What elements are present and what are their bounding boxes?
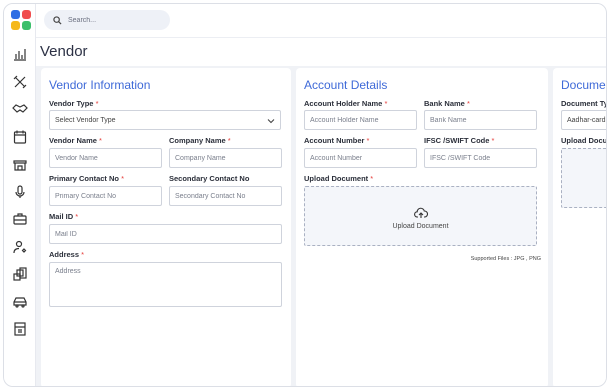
building-icon[interactable]	[12, 321, 28, 337]
vendor-type-label: Vendor Type *	[49, 99, 99, 108]
page-title: Vendor	[40, 43, 88, 60]
supported-files-note: Supported Files : JPG , PNG	[470, 256, 541, 262]
upload-document-label-2: Upload Docu	[561, 136, 607, 145]
account-number-label: Account Number *	[304, 136, 370, 145]
vendor-name-label: Vendor Name *	[49, 136, 102, 145]
bar-chart-icon[interactable]	[12, 46, 28, 62]
upload-document-label: Upload Document *	[304, 174, 374, 183]
search-input[interactable]	[68, 16, 163, 24]
address-label: Address *	[49, 250, 85, 259]
search-box[interactable]	[44, 10, 170, 30]
document-type-value: Aadhar-card	[567, 116, 606, 124]
address-textarea[interactable]	[49, 262, 282, 307]
primary-contact-input[interactable]	[49, 186, 162, 206]
secondary-contact-input[interactable]	[169, 186, 282, 206]
vendor-name-input[interactable]	[49, 148, 162, 168]
user-settings-icon[interactable]	[12, 239, 28, 255]
mail-id-input[interactable]	[49, 224, 282, 244]
car-icon[interactable]	[12, 294, 28, 310]
store-icon[interactable]	[12, 156, 28, 172]
secondary-contact-label: Secondary Contact No	[169, 174, 250, 183]
top-bar	[36, 4, 606, 38]
account-details-card: Account Details Account Holder Name * Ba…	[296, 68, 548, 386]
sidebar	[4, 4, 36, 386]
document-type-label: Document Ty	[561, 99, 607, 108]
microphone-icon[interactable]	[12, 184, 28, 200]
page-header: Vendor	[36, 38, 606, 66]
primary-contact-label: Primary Contact No *	[49, 174, 125, 183]
calendar-icon[interactable]	[12, 129, 28, 145]
upload-document-dropzone-2[interactable]	[561, 148, 606, 208]
app-window: Vendor Vendor Information Vendor Type * …	[3, 3, 607, 387]
handshake-icon[interactable]	[12, 101, 28, 117]
document-type-select[interactable]: Aadhar-card	[561, 110, 606, 130]
company-name-label: Company Name *	[169, 136, 231, 145]
upload-document-dropzone[interactable]: Upload Document	[304, 186, 537, 246]
chevron-down-icon	[267, 119, 275, 124]
app-logo[interactable]	[11, 10, 31, 30]
vendor-type-select[interactable]: Select Vendor Type	[49, 110, 281, 130]
bank-name-label: Bank Name *	[424, 99, 470, 108]
coins-icon[interactable]	[12, 266, 28, 282]
cloud-upload-icon	[413, 207, 428, 218]
vendor-information-card: Vendor Information Vendor Type * Select …	[41, 68, 291, 386]
account-details-title: Account Details	[304, 78, 388, 92]
company-name-input[interactable]	[169, 148, 282, 168]
briefcase-icon[interactable]	[12, 211, 28, 227]
mail-id-label: Mail ID *	[49, 212, 79, 221]
account-holder-input[interactable]	[304, 110, 417, 130]
ifsc-label: IFSC /SWIFT Code *	[424, 136, 495, 145]
ifsc-input[interactable]	[424, 148, 537, 168]
vendor-information-title: Vendor Information	[49, 78, 151, 92]
bank-name-input[interactable]	[424, 110, 537, 130]
vendor-type-value: Select Vendor Type	[55, 116, 116, 124]
search-icon	[53, 15, 62, 25]
upload-document-text: Upload Document	[392, 223, 449, 230]
account-holder-label: Account Holder Name *	[304, 99, 388, 108]
account-number-input[interactable]	[304, 148, 417, 168]
tools-icon[interactable]	[12, 74, 28, 90]
documents-card: Documen Document Ty Aadhar-card Upload D…	[553, 68, 607, 386]
documents-title: Documen	[561, 78, 606, 92]
